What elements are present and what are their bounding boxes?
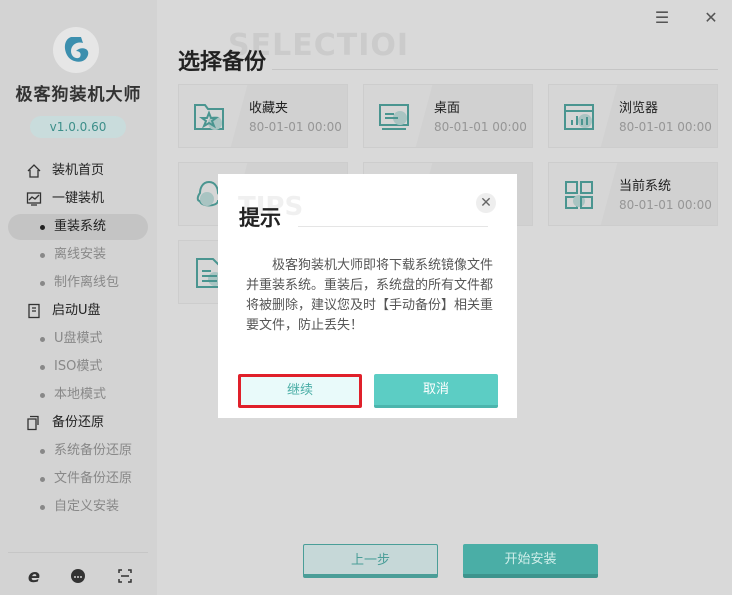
bullet-icon [40,365,45,370]
usb-icon [26,303,42,319]
bullet-icon [40,253,45,258]
sidebar-item-12[interactable]: 自定义安装 [0,494,157,520]
desktop-icon [378,101,410,133]
sidebar-divider [8,552,148,553]
sidebar-item-label: 自定义安装 [54,499,120,514]
bullet-icon [40,449,45,454]
system-grid-icon [563,179,595,211]
dialog-message: 极客狗装机大师即将下载系统镜像文件并重装系统。重装后，系统盘的所有文件都将被删除… [246,258,494,333]
backup-card[interactable]: 收藏夹 80-01-01 00:00 [178,84,348,148]
bullet-icon [40,505,45,510]
sidebar-item-7[interactable]: ISO模式 [0,354,157,380]
backup-card[interactable]: 当前系统 80-01-01 00:00 [548,162,718,226]
sidebar-item-5[interactable]: 启动U盘 [0,298,157,324]
card-name: 浏览器 [619,101,659,116]
bullet-icon [40,393,45,398]
sidebar-item-label: ISO模式 [54,359,103,374]
favorites-folder-icon [193,101,225,133]
continue-button[interactable]: 继续 [238,374,362,408]
menu-icon[interactable]: ☰ [652,8,672,27]
app-logo [53,27,99,73]
sidebar-item-label: 系统备份还原 [54,443,133,458]
card-date: 80-01-01 00:00 [249,120,342,134]
sidebar-item-0[interactable]: 装机首页 [0,158,157,184]
bullet-icon [40,281,45,286]
sidebar-item-label: 制作离线包 [54,275,120,290]
card-date: 80-01-01 00:00 [619,120,712,134]
card-date: 80-01-01 00:00 [619,198,712,212]
start-install-button[interactable]: 开始安装 [463,544,598,578]
sidebar-item-label: 文件备份还原 [54,471,133,486]
title-divider [272,69,718,70]
backup-icon [26,415,42,431]
ie-browser-icon[interactable]: e [24,566,44,587]
sidebar-item-label: U盘模式 [54,331,103,346]
sidebar-item-label: 本地模式 [54,387,107,402]
sidebar-item-11[interactable]: 文件备份还原 [0,466,157,492]
sidebar-item-1[interactable]: 一键装机 [0,186,157,212]
sidebar-item-label: 备份还原 [52,415,105,430]
card-name: 收藏夹 [249,101,289,116]
card-name: 当前系统 [619,179,672,194]
backup-card[interactable]: 浏览器 80-01-01 00:00 [548,84,718,148]
page-title: 选择备份 [178,50,267,75]
cancel-button[interactable]: 取消 [374,374,498,408]
close-window-icon[interactable]: ✕ [701,8,721,27]
sidebar-item-label: 重装系统 [54,219,107,234]
dialog-title: 提示 [239,206,281,230]
scan-icon[interactable] [115,566,135,586]
previous-step-button[interactable]: 上一步 [303,544,438,578]
sidebar-item-10[interactable]: 系统备份还原 [0,438,157,464]
sidebar-item-label: 装机首页 [52,163,105,178]
tip-dialog: TIPS 提示 ✕ 极客狗装机大师即将下载系统镜像文件并重装系统。重装后，系统盘… [218,174,517,418]
card-name: 桌面 [434,101,461,116]
close-dialog-icon[interactable]: ✕ [476,193,496,213]
dialog-title-divider [298,226,488,227]
app-name: 极客狗装机大师 [15,85,142,105]
sidebar-item-label: 一键装机 [52,191,105,206]
sidebar-item-2[interactable]: 重装系统 [8,214,148,240]
bullet-icon [40,477,45,482]
version-badge: v1.0.0.60 [30,116,126,138]
home-icon [26,163,42,179]
backup-card[interactable]: 桌面 80-01-01 00:00 [363,84,533,148]
monitor-chart-icon [26,191,42,207]
bullet-icon [40,225,45,230]
sidebar-item-3[interactable]: 离线安装 [0,242,157,268]
sidebar: 极客狗装机大师 v1.0.0.60 装机首页一键装机重装系统离线安装制作离线包启… [0,0,157,595]
sidebar-item-9[interactable]: 备份还原 [0,410,157,436]
sidebar-item-4[interactable]: 制作离线包 [0,270,157,296]
sidebar-item-6[interactable]: U盘模式 [0,326,157,352]
sidebar-item-label: 离线安装 [54,247,107,262]
customer-service-icon[interactable] [68,566,88,586]
card-date: 80-01-01 00:00 [434,120,527,134]
sidebar-item-label: 启动U盘 [52,303,101,318]
browser-icon [563,101,595,133]
sidebar-item-8[interactable]: 本地模式 [0,382,157,408]
bullet-icon [40,337,45,342]
